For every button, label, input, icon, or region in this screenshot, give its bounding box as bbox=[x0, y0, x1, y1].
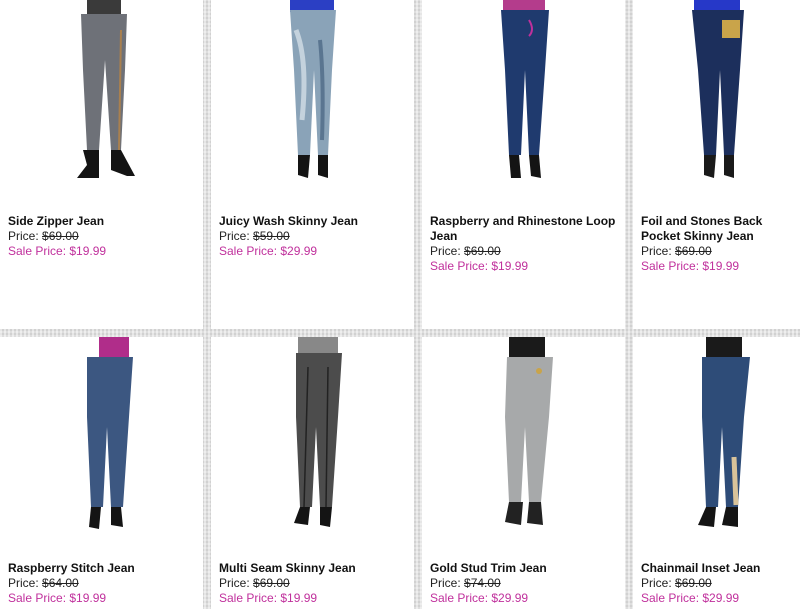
product-name[interactable]: Raspberry and Rhinestone Loop Jean bbox=[430, 214, 625, 244]
original-price: $64.00 bbox=[42, 576, 79, 590]
product-price: Price: $69.00 bbox=[219, 576, 414, 591]
original-price: $69.00 bbox=[464, 244, 501, 258]
price-label: Price: bbox=[430, 576, 461, 590]
product-name[interactable]: Raspberry Stitch Jean bbox=[8, 561, 203, 576]
product-name[interactable]: Multi Seam Skinny Jean bbox=[219, 561, 414, 576]
sale-price: Sale Price: $19.99 bbox=[641, 259, 800, 274]
sale-label: Sale Price: bbox=[8, 591, 67, 605]
sale-label: Sale Price: bbox=[219, 591, 278, 605]
sale-price-value: $19.99 bbox=[69, 244, 107, 258]
price-label: Price: bbox=[430, 244, 461, 258]
product-name[interactable]: Foil and Stones Back Pocket Skinny Jean bbox=[641, 214, 800, 244]
product-name[interactable]: Juicy Wash Skinny Jean bbox=[219, 214, 414, 229]
sale-label: Sale Price: bbox=[219, 244, 278, 258]
product-card[interactable]: Juicy Wash Skinny Jean Price: $59.00 Sal… bbox=[211, 0, 414, 329]
sale-label: Sale Price: bbox=[8, 244, 67, 258]
sale-price-value: $29.99 bbox=[491, 591, 529, 605]
product-grid: Side Zipper Jean Price: $69.00 Sale Pric… bbox=[0, 0, 800, 609]
original-price: $69.00 bbox=[253, 576, 290, 590]
sale-price-value: $19.99 bbox=[280, 591, 318, 605]
original-price: $59.00 bbox=[253, 229, 290, 243]
product-price: Price: $64.00 bbox=[8, 576, 203, 591]
price-label: Price: bbox=[8, 229, 39, 243]
product-image[interactable] bbox=[633, 0, 800, 185]
price-label: Price: bbox=[8, 576, 39, 590]
product-name[interactable]: Chainmail Inset Jean bbox=[641, 561, 800, 576]
sale-label: Sale Price: bbox=[430, 591, 489, 605]
sale-price: Sale Price: $19.99 bbox=[8, 244, 203, 259]
sale-price: Sale Price: $29.99 bbox=[219, 244, 414, 259]
sale-label: Sale Price: bbox=[641, 259, 700, 273]
sale-price-value: $19.99 bbox=[491, 259, 529, 273]
product-card[interactable]: Raspberry and Rhinestone Loop Jean Price… bbox=[422, 0, 625, 329]
product-image[interactable] bbox=[422, 0, 625, 185]
product-image[interactable] bbox=[0, 0, 203, 185]
product-card[interactable]: Chainmail Inset Jean Price: $69.00 Sale … bbox=[633, 337, 800, 609]
sale-label: Sale Price: bbox=[430, 259, 489, 273]
price-label: Price: bbox=[641, 244, 672, 258]
product-name[interactable]: Side Zipper Jean bbox=[8, 214, 203, 229]
sale-price-value: $29.99 bbox=[280, 244, 318, 258]
product-card[interactable]: Raspberry Stitch Jean Price: $64.00 Sale… bbox=[0, 337, 203, 609]
original-price: $69.00 bbox=[42, 229, 79, 243]
product-name[interactable]: Gold Stud Trim Jean bbox=[430, 561, 625, 576]
product-card[interactable]: Foil and Stones Back Pocket Skinny Jean … bbox=[633, 0, 800, 329]
original-price: $74.00 bbox=[464, 576, 501, 590]
sale-price: Sale Price: $19.99 bbox=[8, 591, 203, 606]
sale-price: Sale Price: $29.99 bbox=[430, 591, 625, 606]
sale-price: Sale Price: $19.99 bbox=[219, 591, 414, 606]
product-price: Price: $69.00 bbox=[641, 576, 800, 591]
product-image[interactable] bbox=[633, 337, 800, 532]
product-price: Price: $69.00 bbox=[430, 244, 625, 259]
product-image[interactable] bbox=[0, 337, 203, 532]
sale-price: Sale Price: $19.99 bbox=[430, 259, 625, 274]
price-label: Price: bbox=[219, 576, 250, 590]
original-price: $69.00 bbox=[675, 576, 712, 590]
price-label: Price: bbox=[641, 576, 672, 590]
price-label: Price: bbox=[219, 229, 250, 243]
product-card[interactable]: Side Zipper Jean Price: $69.00 Sale Pric… bbox=[0, 0, 203, 329]
product-price: Price: $74.00 bbox=[430, 576, 625, 591]
product-image[interactable] bbox=[211, 337, 414, 532]
sale-label: Sale Price: bbox=[641, 591, 700, 605]
sale-price-value: $29.99 bbox=[702, 591, 740, 605]
product-price: Price: $69.00 bbox=[8, 229, 203, 244]
sale-price-value: $19.99 bbox=[702, 259, 740, 273]
sale-price: Sale Price: $29.99 bbox=[641, 591, 800, 606]
product-image[interactable] bbox=[422, 337, 625, 532]
product-price: Price: $59.00 bbox=[219, 229, 414, 244]
product-card[interactable]: Gold Stud Trim Jean Price: $74.00 Sale P… bbox=[422, 337, 625, 609]
product-image[interactable] bbox=[211, 0, 414, 185]
sale-price-value: $19.99 bbox=[69, 591, 107, 605]
product-card[interactable]: Multi Seam Skinny Jean Price: $69.00 Sal… bbox=[211, 337, 414, 609]
original-price: $69.00 bbox=[675, 244, 712, 258]
product-price: Price: $69.00 bbox=[641, 244, 800, 259]
